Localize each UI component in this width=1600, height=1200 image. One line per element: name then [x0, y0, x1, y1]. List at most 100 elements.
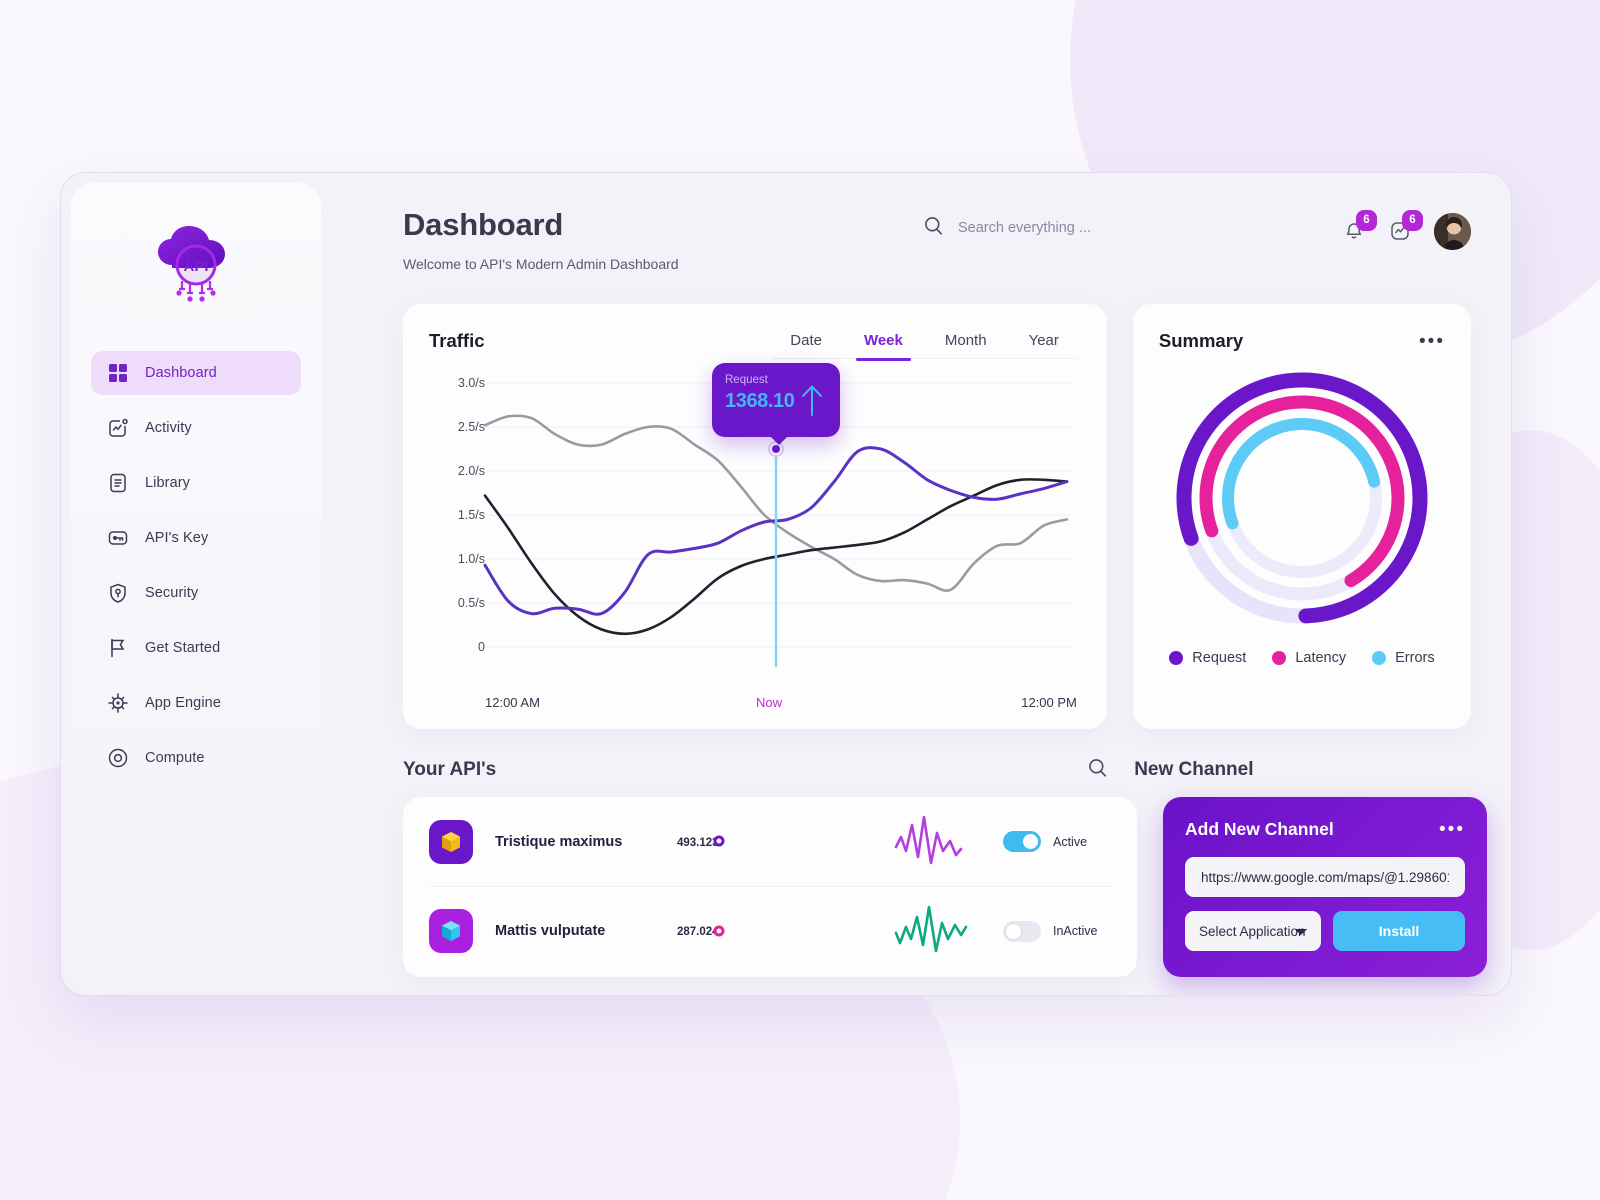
api-status-toggle-group: InActive — [1003, 920, 1111, 942]
chart-x-axis: 12:00 AM Now 12:00 PM — [485, 695, 1077, 719]
x-axis-now-label: Now — [756, 695, 783, 710]
slider-knob[interactable] — [713, 835, 725, 847]
sidebar-item-app-engine[interactable]: App Engine — [91, 681, 301, 725]
channel-menu-button[interactable]: ••• — [1439, 820, 1465, 839]
toggle-knob — [1006, 923, 1021, 939]
page-heading-block: Dashboard Welcome to API's Modern Admin … — [403, 207, 923, 272]
summary-legend: Request Latency Errors — [1159, 650, 1445, 666]
table-row[interactable]: Mattis vulputate 287.024 InActive — [429, 886, 1111, 975]
summary-header: Summary ••• — [1159, 330, 1445, 352]
page-subtitle: Welcome to API's Modern Admin Dashboard — [403, 256, 679, 272]
search-input[interactable] — [958, 220, 1288, 236]
header-actions: 6 6 — [1342, 207, 1471, 250]
search-icon[interactable] — [923, 215, 944, 241]
table-row[interactable]: Tristique maximus 493.123 Active — [429, 797, 1111, 886]
install-button[interactable]: Install — [1333, 911, 1465, 951]
sidebar-item-label: Get Started — [145, 640, 221, 656]
legend-item-request: Request — [1169, 650, 1246, 666]
api-usage-slider[interactable]: 287.024 — [677, 922, 827, 940]
search-bar — [923, 207, 1342, 241]
traffic-header: Traffic Date Week Month Year — [429, 330, 1077, 361]
tab-year[interactable]: Year — [1011, 332, 1077, 360]
radial-rings-svg — [1176, 372, 1428, 624]
chart-marker-dot — [772, 445, 780, 453]
sidebar-nav: Dashboard Activity Library API's Key Sec… — [71, 351, 321, 780]
grid-icon — [107, 362, 129, 384]
traffic-tooltip: Request 1368.10 — [712, 363, 840, 445]
main-content: Dashboard Welcome to API's Modern Admin … — [333, 173, 1511, 995]
notifications-button[interactable]: 6 — [1342, 209, 1377, 245]
sidebar-item-library[interactable]: Library — [91, 461, 301, 505]
slider-knob[interactable] — [713, 925, 725, 936]
key-icon — [107, 527, 129, 549]
api-cloud-logo-icon: API — [158, 226, 225, 302]
api-status-toggle[interactable] — [1003, 920, 1041, 942]
traffic-chart: 0 0.5/s 1.0/s 1.5/s 2.0/s 2.5/s 3.0/s 12:00 AM… — [429, 363, 1077, 719]
your-apis-header: Your API's — [403, 757, 1108, 783]
sidebar-item-security[interactable]: Security — [91, 571, 301, 615]
apis-search-icon[interactable] — [1087, 757, 1108, 783]
api-usage-slider[interactable]: 493.123 — [677, 833, 827, 851]
notifications-badge: 6 — [1356, 209, 1377, 231]
svg-text:API: API — [183, 258, 208, 275]
avatar[interactable] — [1434, 213, 1471, 250]
app-root: API Dashboard Activity Library API's Key… — [0, 0, 1600, 1200]
sidebar-item-compute[interactable]: Compute — [91, 736, 301, 780]
legend-label: Latency — [1295, 650, 1347, 666]
target-icon — [107, 692, 129, 714]
sidebar-item-label: API's Key — [145, 530, 209, 546]
select-application-dropdown[interactable]: Select Application — [1185, 911, 1321, 951]
library-icon — [107, 472, 129, 494]
sidebar-item-dashboard[interactable]: Dashboard — [91, 351, 301, 395]
x-axis-tick: 12:00 PM — [1021, 695, 1077, 710]
add-new-channel-card: Add New Channel ••• Select Application I… — [1163, 797, 1487, 977]
legend-dot-request — [1169, 651, 1184, 665]
sidebar-item-label: Activity — [145, 420, 192, 436]
tab-week[interactable]: Week — [846, 332, 921, 361]
summary-rings-chart — [1159, 364, 1445, 632]
page-title: Dashboard — [403, 207, 564, 242]
api-cube-icon — [429, 819, 473, 864]
flag-icon — [107, 637, 129, 659]
section-headers: Your API's New Channel — [403, 757, 1471, 783]
activity-icon — [107, 417, 129, 439]
new-channel-title: New Channel — [1134, 759, 1254, 780]
api-cube-icon — [429, 909, 473, 953]
legend-dot-errors — [1372, 651, 1387, 665]
sidebar-item-get-started[interactable]: Get Started — [91, 626, 301, 670]
tab-month[interactable]: Month — [927, 332, 1005, 360]
legend-label: Request — [1192, 650, 1247, 666]
shield-icon — [107, 582, 129, 604]
sidebar-item-activity[interactable]: Activity — [91, 406, 301, 450]
sidebar-item-apis-key[interactable]: API's Key — [91, 516, 301, 560]
api-status-toggle[interactable] — [1003, 831, 1041, 852]
api-name: Tristique maximus — [495, 833, 623, 850]
api-name: Mattis vulputate — [495, 923, 606, 939]
legend-label: Errors — [1395, 650, 1435, 666]
circle-dot-icon — [107, 747, 129, 769]
api-waveform-icon — [893, 813, 1003, 870]
api-waveform-icon — [893, 903, 1003, 960]
traffic-title: Traffic — [429, 330, 485, 351]
channel-url-input[interactable] — [1185, 857, 1465, 897]
toggle-knob — [1023, 834, 1038, 849]
legend-item-errors: Errors — [1372, 650, 1435, 666]
activity-feed-button[interactable]: 6 — [1388, 209, 1423, 245]
app-window: API Dashboard Activity Library API's Key… — [60, 172, 1512, 996]
sidebar-item-label: Compute — [145, 750, 205, 766]
up-arrow-icon — [798, 383, 826, 422]
tab-date[interactable]: Date — [772, 332, 840, 360]
sidebar: API Dashboard Activity Library API's Key… — [71, 183, 321, 983]
api-status-label: Active — [1053, 834, 1088, 849]
api-list-card: Tristique maximus 493.123 Active Mattis … — [403, 797, 1137, 977]
top-bar: Dashboard Welcome to API's Modern Admin … — [403, 207, 1471, 272]
top-cards-row: Traffic Date Week Month Year 0 0.5/s 1.0/s… — [403, 304, 1471, 729]
sidebar-item-label: Dashboard — [145, 365, 217, 381]
summary-card: Summary ••• Request Latency Errors — [1132, 304, 1471, 729]
api-status-toggle-group: Active — [1003, 831, 1111, 852]
summary-title: Summary — [1158, 330, 1244, 351]
channel-actions: Select Application Install — [1185, 911, 1465, 951]
your-apis-title: Your API's — [403, 759, 497, 780]
summary-menu-button[interactable]: ••• — [1419, 332, 1445, 351]
channel-card-header: Add New Channel ••• — [1185, 819, 1465, 840]
